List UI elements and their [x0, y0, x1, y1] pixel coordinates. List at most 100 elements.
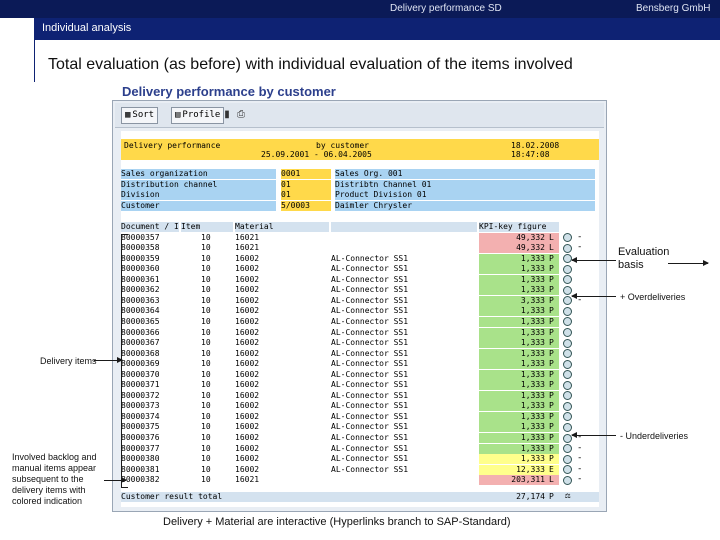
cell-material[interactable]: 16002	[235, 370, 329, 380]
sort-button[interactable]: ▦ Sort	[121, 107, 159, 124]
cell-material[interactable]: 16021	[235, 243, 329, 253]
print-icon[interactable]: ⎙	[235, 108, 247, 121]
cell-document[interactable]: 80000358	[121, 243, 179, 253]
cell-document[interactable]: 80000371	[121, 380, 179, 390]
chart-icon[interactable]: ▮	[221, 108, 233, 121]
cell-document[interactable]: 80000374	[121, 412, 179, 422]
cell-document[interactable]: 80000370	[121, 370, 179, 380]
selection-row: Customer 5/0003 Daimler Chrysler	[121, 200, 599, 211]
cell-document[interactable]: 80000382	[121, 475, 179, 485]
cell-document[interactable]: 80000361	[121, 275, 179, 285]
detail-icon[interactable]	[563, 401, 572, 411]
table-row: 80000373 10 16002 AL-Connector SS1 1,333 P	[121, 401, 599, 412]
cell-description: AL-Connector SS1	[331, 327, 409, 337]
detail-icon[interactable]	[563, 391, 572, 401]
cell-kpi: 3,333	[479, 295, 549, 306]
report-body: Delivery performance by customer 25.09.2…	[121, 131, 599, 507]
cell-material[interactable]: 16002	[235, 317, 329, 327]
cell-document[interactable]: 80000359	[121, 254, 179, 264]
detail-icon[interactable]	[563, 475, 572, 485]
detail-icon[interactable]	[563, 465, 572, 475]
cell-material[interactable]: 16002	[235, 306, 329, 316]
cell-document[interactable]: 80000366	[121, 328, 179, 338]
cell-document[interactable]: 80000367	[121, 338, 179, 348]
cell-kpi: 49,332	[479, 243, 549, 254]
cell-document[interactable]: 80000376	[121, 433, 179, 443]
cell-unit: P	[549, 422, 559, 433]
col-header-description[interactable]	[331, 222, 477, 232]
cell-description: AL-Connector SS1	[331, 401, 409, 411]
detail-icon[interactable]	[563, 359, 572, 369]
cell-document[interactable]: 80000377	[121, 444, 179, 454]
total-icon[interactable]: ⚖	[565, 491, 570, 501]
cell-material[interactable]: 16002	[235, 391, 329, 401]
cell-material[interactable]: 16002	[235, 444, 329, 454]
cell-material[interactable]: 16002	[235, 454, 329, 464]
cell-unit: P	[549, 264, 559, 275]
total-kpi: 27,174	[516, 491, 545, 501]
selection-row: Sales organization 0001 Sales Org. 001	[121, 169, 599, 179]
cell-kpi: 1,333	[479, 348, 549, 359]
col-header-material[interactable]: Material	[235, 222, 329, 232]
cell-document[interactable]: 80000372	[121, 391, 179, 401]
cell-kpi: 1,333	[479, 443, 549, 454]
cell-material[interactable]: 16002	[235, 401, 329, 411]
cell-material[interactable]: 16002	[235, 264, 329, 274]
detail-icon[interactable]	[563, 422, 572, 432]
detail-icon[interactable]	[563, 338, 572, 348]
detail-icon[interactable]	[563, 380, 572, 390]
cell-document[interactable]: 80000362	[121, 285, 179, 295]
cell-document[interactable]: 80000381	[121, 465, 179, 475]
cell-material[interactable]: 16002	[235, 380, 329, 390]
cell-document[interactable]: 80000360	[121, 264, 179, 274]
cell-document[interactable]: 80000375	[121, 422, 179, 432]
col-header-kpi[interactable]: KPI-key figure	[479, 222, 559, 232]
detail-icon[interactable]	[563, 349, 572, 359]
cell-material[interactable]: 16021	[235, 475, 329, 485]
cell-material[interactable]: 16002	[235, 465, 329, 475]
detail-icon[interactable]	[563, 264, 572, 274]
cell-unit: P	[549, 411, 559, 422]
cell-material[interactable]: 16002	[235, 422, 329, 432]
selection-code: 01	[281, 190, 331, 200]
col-header-item[interactable]: Item	[181, 222, 233, 232]
detail-icon[interactable]	[563, 444, 572, 454]
header-center-title: Delivery performance SD	[390, 3, 502, 14]
cell-material[interactable]: 16021	[235, 233, 329, 243]
detail-icon[interactable]	[563, 328, 572, 337]
cell-kpi: 203,311	[479, 475, 549, 486]
cell-material[interactable]: 16002	[235, 328, 329, 338]
cell-material[interactable]: 16002	[235, 296, 329, 306]
cell-material[interactable]: 16002	[235, 285, 329, 295]
cell-document[interactable]: 80000380	[121, 454, 179, 464]
cell-document[interactable]: 80000373	[121, 401, 179, 411]
detail-icon[interactable]	[563, 243, 572, 253]
status-mark: -	[577, 242, 583, 253]
cell-document[interactable]: 80000363	[121, 296, 179, 306]
cell-document[interactable]: 80000364	[121, 306, 179, 316]
detail-icon[interactable]	[563, 306, 572, 316]
cell-document[interactable]: 80000357	[121, 233, 179, 243]
cell-material[interactable]: 16002	[235, 349, 329, 359]
detail-icon[interactable]	[563, 370, 572, 380]
detail-icon[interactable]	[563, 412, 572, 422]
cell-material[interactable]: 16002	[235, 254, 329, 264]
detail-icon[interactable]	[563, 454, 572, 464]
cell-document[interactable]: 80000369	[121, 359, 179, 369]
cell-material[interactable]: 16002	[235, 359, 329, 369]
cell-description: AL-Connector SS1	[331, 338, 409, 348]
detail-icon[interactable]	[563, 233, 572, 243]
detail-icon[interactable]	[563, 275, 572, 285]
cell-document[interactable]: 80000368	[121, 349, 179, 359]
cell-document[interactable]: 80000365	[121, 317, 179, 327]
profile-button[interactable]: ▤ Profile	[171, 107, 225, 124]
cell-description: AL-Connector SS1	[331, 285, 409, 295]
cell-material[interactable]: 16002	[235, 275, 329, 285]
cell-material[interactable]: 16002	[235, 433, 329, 443]
cell-material[interactable]: 16002	[235, 338, 329, 348]
note-evaluation-basis: Evaluation basis	[618, 246, 670, 271]
cell-material[interactable]: 16002	[235, 412, 329, 422]
col-header-document[interactable]: Document / Item	[121, 222, 179, 232]
detail-icon[interactable]	[563, 317, 572, 327]
cell-item: 10	[201, 274, 211, 284]
